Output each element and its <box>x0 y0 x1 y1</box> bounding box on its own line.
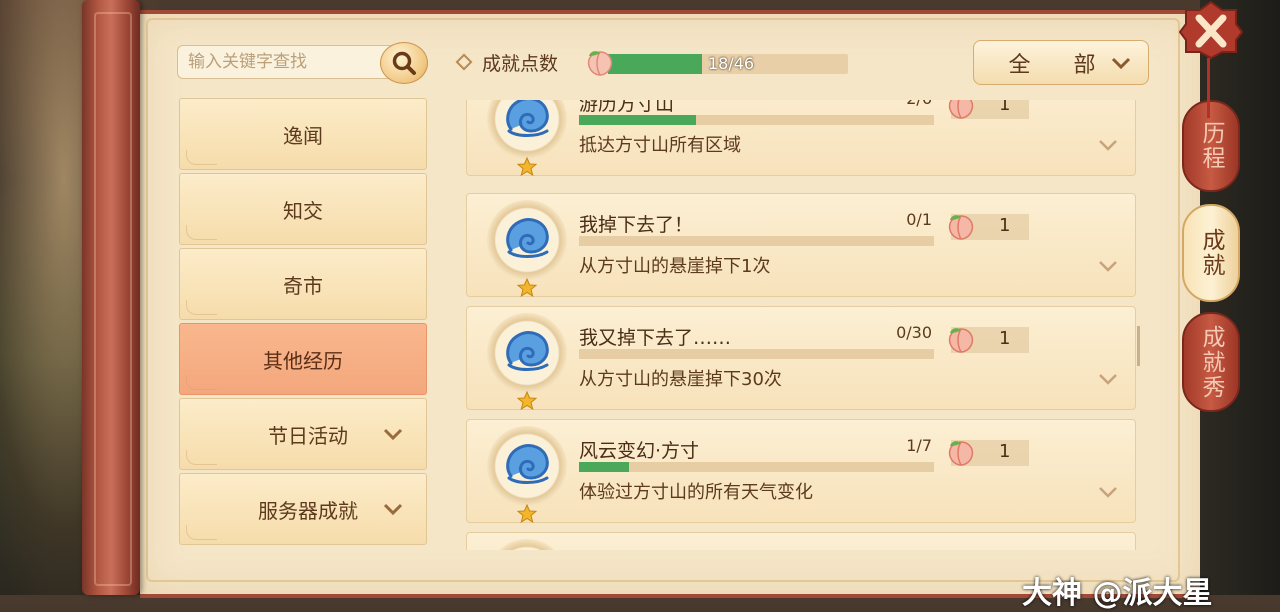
reward-count: 1 <box>999 441 1011 462</box>
category-label: 逸闻 <box>283 123 323 148</box>
achievement-badge <box>487 313 567 393</box>
achievement-item[interactable]: 游历方寸山 2/6 抵达方寸山所有区域 1 <box>466 100 1136 177</box>
category-label: 服务器成就 <box>258 498 358 523</box>
peach-icon <box>948 328 974 353</box>
list-scrollbar[interactable] <box>1137 326 1140 366</box>
points-bar-fill <box>608 54 702 74</box>
category-label: 其他经历 <box>263 348 343 373</box>
achievement-title: 游历方寸山 <box>579 100 675 115</box>
reward-box: 1 <box>948 214 1029 240</box>
points-label: 成就点数 <box>482 52 559 75</box>
category-ornament <box>186 300 217 315</box>
achievement-list[interactable]: 游历方寸山 2/6 抵达方寸山所有区域 1 我掉下去了！ 0/1 从方寸山的悬崖… <box>460 100 1146 550</box>
progress-bar-fill <box>579 462 629 472</box>
achievement-badge <box>487 426 567 506</box>
side-tab[interactable]: 成就秀 <box>1182 312 1240 412</box>
side-tab-label: 成就 <box>1198 228 1224 278</box>
achievement-description: 从方寸山的悬崖掉下30次 <box>579 369 782 390</box>
search-box <box>177 42 429 84</box>
chevron-down-icon[interactable] <box>1097 258 1119 274</box>
tassel-decoration <box>1207 58 1210 118</box>
category-ornament <box>186 450 217 465</box>
star-icon <box>517 157 537 177</box>
filter-dropdown[interactable]: 全 部 <box>973 40 1149 85</box>
chevron-down-icon <box>383 503 403 516</box>
achievement-badge <box>487 539 567 550</box>
watermark: 大神 @派大星 <box>1022 576 1213 611</box>
progress-bar-fill <box>579 115 697 125</box>
category-item[interactable]: 奇市 <box>179 248 427 320</box>
side-tab[interactable]: 成就 <box>1182 204 1240 302</box>
category-item[interactable]: 逸闻 <box>179 98 427 170</box>
achievement-points: 成就点数 18/46 <box>455 46 848 78</box>
points-value: 18/46 <box>708 54 755 73</box>
achievement-progress-bar <box>579 349 934 359</box>
chevron-down-icon[interactable] <box>1097 137 1119 153</box>
reward-count: 1 <box>999 215 1011 236</box>
achievement-item[interactable] <box>466 532 1136 550</box>
achievement-title: 我掉下去了！ <box>579 214 694 236</box>
filter-label: 全 部 <box>1008 52 1114 78</box>
achievement-badge <box>487 200 567 280</box>
search-input[interactable] <box>177 45 399 79</box>
reward-box: 1 <box>948 327 1029 353</box>
side-tab[interactable]: 历程 <box>1182 100 1240 192</box>
achievement-progress-bar <box>579 236 934 246</box>
close-icon <box>1178 0 1244 60</box>
side-tab-label: 历程 <box>1198 121 1224 171</box>
category-ornament <box>186 375 217 390</box>
achievement-item[interactable]: 风云变幻·方寸 1/7 体验过方寸山的所有天气变化 1 <box>466 419 1136 524</box>
star-icon <box>517 391 537 411</box>
category-item[interactable]: 其他经历 <box>179 323 427 395</box>
star-icon <box>517 504 537 524</box>
chevron-down-icon <box>1111 57 1131 70</box>
achievement-description: 抵达方寸山所有区域 <box>579 135 741 156</box>
category-label: 节日活动 <box>268 423 348 448</box>
peach-icon <box>587 51 613 76</box>
search-button[interactable] <box>380 42 428 84</box>
side-tab-label: 成就秀 <box>1198 324 1224 400</box>
category-list: 逸闻知交奇市其他经历节日活动服务器成就 <box>179 98 427 548</box>
achievement-progress-bar <box>579 115 934 125</box>
achievement-item[interactable]: 我掉下去了！ 0/1 从方寸山的悬崖掉下1次 1 <box>466 193 1136 298</box>
category-label: 奇市 <box>283 273 323 298</box>
achievement-badge <box>487 100 567 159</box>
cloud-swirl-icon <box>506 100 549 137</box>
category-label: 知交 <box>283 198 323 223</box>
chevron-down-icon <box>383 428 403 441</box>
cloud-swirl-icon <box>506 218 549 258</box>
achievement-description: 体验过方寸山的所有天气变化 <box>579 482 813 503</box>
category-ornament <box>186 525 217 540</box>
peach-icon <box>948 215 974 240</box>
scroll-rod-frame <box>94 12 132 586</box>
achievement-description: 从方寸山的悬崖掉下1次 <box>579 256 771 277</box>
achievement-title: 风云变幻·方寸 <box>579 440 700 462</box>
chevron-down-icon[interactable] <box>1097 371 1119 387</box>
reward-count: 1 <box>999 328 1011 349</box>
chevron-down-icon[interactable] <box>1097 484 1119 500</box>
category-ornament <box>186 225 217 240</box>
search-icon <box>392 51 416 75</box>
achievement-progress-bar <box>579 462 934 472</box>
category-item[interactable]: 服务器成就 <box>179 473 427 545</box>
cloud-swirl-icon <box>506 444 549 484</box>
close-button[interactable] <box>1178 0 1244 60</box>
achievement-title: 我又掉下去了…… <box>579 327 732 349</box>
peach-icon <box>948 441 974 466</box>
reward-count: 1 <box>999 100 1011 115</box>
category-item[interactable]: 节日活动 <box>179 398 427 470</box>
achievement-item[interactable]: 我又掉下去了…… 0/30 从方寸山的悬崖掉下30次 1 <box>466 306 1136 411</box>
category-ornament <box>186 150 217 165</box>
reward-box: 1 <box>948 440 1029 466</box>
category-item[interactable]: 知交 <box>179 173 427 245</box>
peach-icon <box>948 100 974 119</box>
cloud-swirl-icon <box>506 331 549 371</box>
star-icon <box>517 278 537 298</box>
reward-box: 1 <box>948 100 1029 119</box>
diamond-icon <box>455 53 473 71</box>
